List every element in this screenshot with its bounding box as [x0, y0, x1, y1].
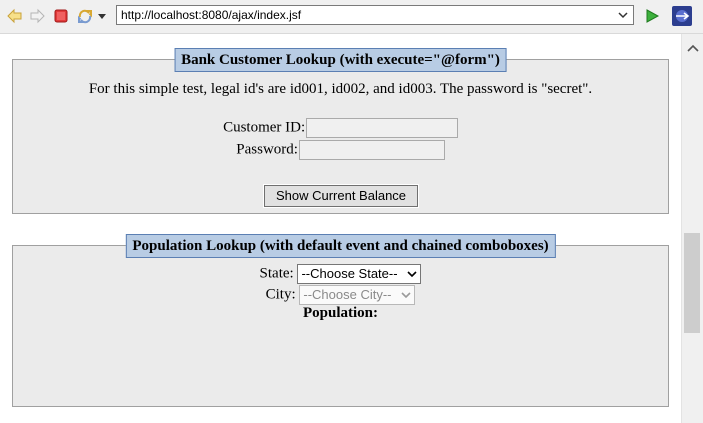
show-balance-button[interactable]: Show Current Balance	[263, 184, 419, 208]
page-viewport: Bank Customer Lookup (with execute="@for…	[0, 34, 681, 423]
population-lookup-fieldset: Population Lookup (with default event an…	[12, 234, 669, 407]
chevron-down-icon	[407, 271, 418, 278]
customer-id-label: Customer ID:	[223, 119, 306, 136]
population-lookup-legend: Population Lookup (with default event an…	[125, 234, 556, 258]
population-label: Population:	[302, 305, 378, 321]
chevron-down-icon	[401, 292, 411, 299]
url-text: http://localhost:8080/ajax/index.jsf	[121, 8, 302, 22]
stop-icon[interactable]	[52, 7, 70, 25]
bank-lookup-legend: Bank Customer Lookup (with execute="@for…	[174, 48, 507, 72]
go-icon[interactable]	[643, 7, 661, 25]
customer-id-row: Customer ID:	[13, 118, 668, 138]
menu-down-icon[interactable]	[96, 7, 108, 25]
city-select[interactable]: --Choose City--	[299, 285, 416, 305]
back-arrow-icon[interactable]	[6, 7, 24, 25]
city-selected-value: --Choose City--	[303, 287, 392, 302]
city-row: City: --Choose City--	[13, 285, 668, 305]
bank-lookup-fieldset: Bank Customer Lookup (with execute="@for…	[12, 48, 669, 214]
password-label: Password:	[236, 141, 298, 158]
customer-id-input[interactable]	[305, 118, 458, 138]
state-select[interactable]: --Choose State--	[297, 264, 422, 284]
bank-instructions: For this simple test, legal id's are id0…	[88, 81, 593, 97]
url-input[interactable]: http://localhost:8080/ajax/index.jsf	[116, 5, 634, 25]
refresh-icon[interactable]	[76, 7, 94, 25]
scrollbar-thumb[interactable]	[684, 233, 700, 333]
vertical-scrollbar[interactable]	[681, 34, 703, 423]
state-selected-value: --Choose State--	[301, 266, 398, 281]
state-row: State: --Choose State--	[13, 264, 668, 284]
forward-arrow-icon[interactable]	[28, 7, 46, 25]
browser-toolbar: http://localhost:8080/ajax/index.jsf	[0, 0, 703, 34]
password-input[interactable]	[298, 140, 445, 160]
password-row: Password:	[13, 140, 668, 160]
city-label: City:	[265, 286, 296, 303]
scroll-up-arrow-icon[interactable]	[686, 42, 700, 54]
eclipse-icon[interactable]	[672, 6, 692, 26]
url-dropdown-icon[interactable]	[616, 8, 630, 22]
state-label: State:	[259, 265, 294, 282]
